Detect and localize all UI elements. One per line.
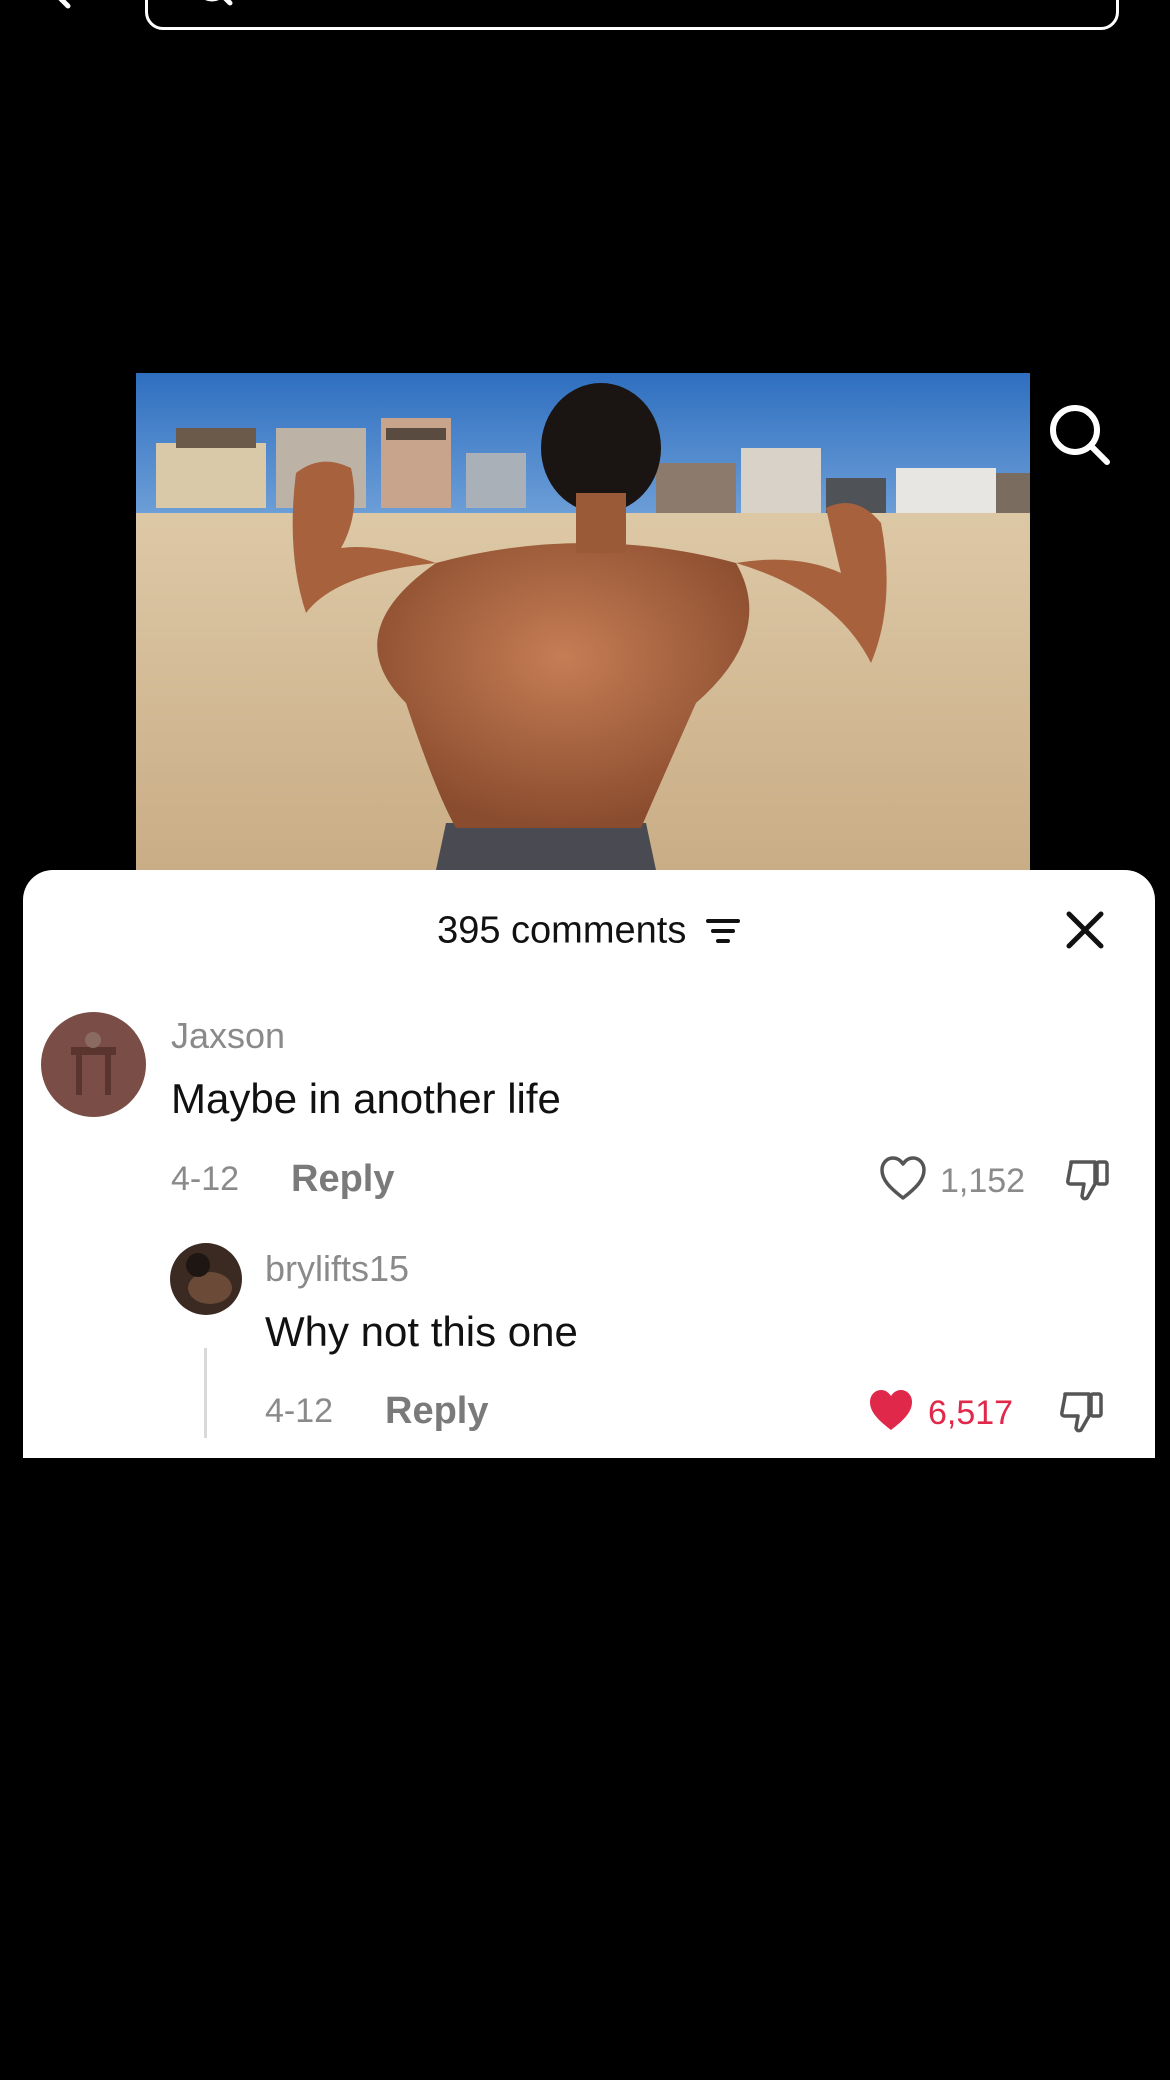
app-screen: 395 comments Jaxson Maybe in another lif… xyxy=(0,0,1170,2080)
video-player[interactable] xyxy=(136,373,1030,870)
avatar[interactable] xyxy=(170,1243,242,1315)
dislike-icon[interactable] xyxy=(1057,1386,1107,1436)
comment-username[interactable]: brylifts15 xyxy=(265,1248,409,1290)
heart-icon xyxy=(870,1390,912,1430)
video-frame xyxy=(136,373,1030,870)
back-icon[interactable] xyxy=(40,0,80,10)
reply-button[interactable]: Reply xyxy=(385,1390,488,1433)
comment-date: 4-12 xyxy=(265,1392,334,1430)
search-input[interactable] xyxy=(145,0,1119,30)
like-button[interactable]: 6,517 xyxy=(866,1386,1036,1442)
search-icon xyxy=(205,0,233,6)
reply-comment-item: brylifts15 Why not this one 4-12 Reply 6… xyxy=(23,870,1155,1458)
comment-text: Why not this one xyxy=(265,1308,578,1355)
comments-sheet: 395 comments Jaxson Maybe in another lif… xyxy=(23,870,1155,1458)
like-count: 6,517 xyxy=(928,1394,1014,1432)
thread-line xyxy=(204,1348,207,1438)
search-icon[interactable] xyxy=(1045,400,1115,470)
